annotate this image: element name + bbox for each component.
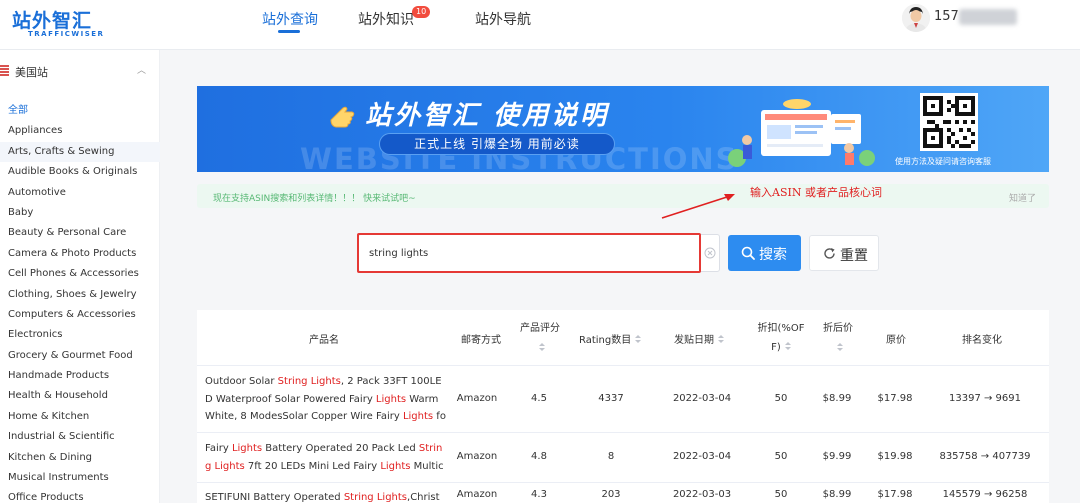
banner-illustration	[728, 99, 875, 167]
banner-pill: 正式上线 引爆全场 用前必读	[379, 133, 615, 155]
sidebar-category-item[interactable]: Arts, Crafts & Sewing	[0, 141, 160, 163]
annotation-text: 输入ASIN 或者产品核心词	[750, 186, 882, 199]
sidebar-category-item[interactable]: Handmade Products	[0, 366, 160, 386]
reset-button-label: 重置	[840, 247, 868, 263]
product-name-cell[interactable]: Outdoor Solar String Lights, 2 Pack 33FT…	[205, 373, 447, 426]
search-button-label: 搜索	[759, 246, 787, 262]
search-input[interactable]	[360, 236, 698, 270]
site-selector[interactable]: 美国站 ︿	[0, 63, 160, 81]
instructions-banner[interactable]: WEBSITE INSTRUCTIONS 站外智汇 使用说明 正式上线 引爆全场…	[197, 86, 1049, 172]
col-header-rating[interactable]: 产品评分	[515, 319, 565, 354]
category-list: 全部 Appliances Arts, Crafts & Sewing Audible…	[0, 101, 160, 503]
col-header-rating-label: 产品评分	[520, 323, 560, 334]
pointing-hand-icon	[330, 106, 355, 128]
chevron-up-icon: ︿	[137, 66, 147, 76]
search-icon	[741, 246, 755, 260]
col-header-discount-label: 折扣(%OF F)	[757, 323, 805, 353]
col-header-rank-change: 排名变化	[962, 335, 1002, 346]
nav-tab-site-query[interactable]: 站外查询	[262, 9, 318, 29]
clear-input-icon[interactable]	[704, 247, 716, 259]
table-row[interactable]: Fairy Lights Battery Operated 20 Pack Le…	[197, 432, 1049, 482]
col-header-post-date[interactable]: 发贴日期	[674, 331, 724, 346]
sidebar-category-item[interactable]: Clothing, Shoes & Jewelry	[0, 285, 160, 305]
logo-text: 站外智汇	[12, 10, 93, 32]
sort-icon	[784, 341, 791, 351]
top-navigation-bar: 站外智汇 TRAFFICWISER 站外查询 站外知识 10 站外导航 157	[0, 0, 1080, 50]
category-sidebar: 美国站 ︿ 全部 Appliances Arts, Crafts & Sewing A…	[0, 50, 160, 503]
sidebar-category-item[interactable]: 全部	[0, 101, 160, 121]
col-header-product-name: 产品名	[309, 335, 339, 346]
col-header-sale-price-label: 折后价	[823, 323, 853, 334]
banner-title: 站外智汇 使用说明	[365, 101, 610, 131]
notice-text: 现在支持ASIN搜索和列表详情！！！ 快来试试吧~	[213, 194, 416, 204]
search-button[interactable]: 搜索	[728, 235, 801, 271]
sort-icon	[539, 342, 545, 352]
sidebar-category-item[interactable]: Baby	[0, 203, 160, 223]
reset-button[interactable]: 重置	[809, 235, 879, 271]
sidebar-category-item[interactable]: Health & Household	[0, 386, 160, 406]
search-box	[358, 234, 720, 272]
table-row[interactable]: SETIFUNI Battery Operated String Lights,…	[197, 482, 1049, 503]
sort-icon	[635, 334, 642, 344]
table-row[interactable]: Outdoor Solar String Lights, 2 Pack 33FT…	[197, 366, 1049, 432]
notice-bar: 现在支持ASIN搜索和列表详情！！！ 快来试试吧~ 知道了	[197, 184, 1049, 208]
notification-badge: 10	[412, 6, 431, 18]
notice-dismiss-link[interactable]: 知道了	[1009, 191, 1036, 204]
sidebar-category-item[interactable]: Musical Instruments	[0, 468, 160, 488]
sidebar-category-item[interactable]: Grocery & Gourmet Food	[0, 346, 160, 366]
sidebar-category-item[interactable]: Beauty & Personal Care	[0, 223, 160, 243]
rank-change-cell: 145579 → 96258	[942, 489, 1028, 500]
us-flag-icon	[0, 65, 9, 76]
col-header-original-price: 原价	[886, 335, 906, 346]
results-table: 产品名 邮寄方式 产品评分 Rating数目 发贴日期 折扣(%OF F) 折后…	[197, 310, 1049, 503]
sidebar-category-item[interactable]: Electronics	[0, 325, 160, 345]
qr-caption: 使用方法及疑问请咨询客服	[895, 157, 991, 166]
phone-mask	[959, 9, 1017, 25]
sidebar-category-item[interactable]: Audible Books & Originals	[0, 162, 160, 182]
logo-subtext: TRAFFICWISER	[28, 30, 105, 38]
rank-change-cell: 13397 → 9691	[949, 393, 1021, 404]
sidebar-category-item[interactable]: Appliances	[0, 121, 160, 141]
sidebar-category-item[interactable]: Computers & Accessories	[0, 305, 160, 325]
annotation-arrow	[661, 194, 735, 219]
nav-tab-knowledge[interactable]: 站外知识	[358, 9, 414, 29]
product-name-cell[interactable]: Fairy Lights Battery Operated 20 Pack Le…	[205, 440, 447, 475]
sidebar-category-item[interactable]: Office Products	[0, 488, 160, 503]
user-avatar[interactable]	[902, 4, 930, 32]
rank-change-cell: 835758 → 407739	[939, 451, 1031, 462]
app-root: 站外智汇 TRAFFICWISER 站外查询 站外知识 10 站外导航 157 …	[0, 0, 1080, 503]
active-tab-indicator	[278, 30, 300, 33]
nav-tab-navigation[interactable]: 站外导航	[475, 9, 531, 29]
user-phone[interactable]: 157	[934, 9, 959, 24]
col-header-rating-count[interactable]: Rating数目	[579, 331, 642, 346]
refresh-icon	[824, 248, 835, 259]
sort-icon	[718, 334, 724, 344]
col-header-post-date-label: 发贴日期	[674, 335, 714, 346]
col-header-discount[interactable]: 折扣(%OF F)	[752, 319, 810, 357]
sidebar-category-item[interactable]: Home & Kitchen	[0, 407, 160, 427]
sidebar-category-item[interactable]: Industrial & Scientific	[0, 427, 160, 447]
qr-code	[920, 93, 978, 151]
product-name-cell[interactable]: SETIFUNI Battery Operated String Lights,…	[205, 489, 447, 503]
col-header-sale-price[interactable]: 折后价	[821, 319, 855, 354]
col-header-shipping: 邮寄方式	[461, 335, 501, 346]
sidebar-category-item[interactable]: Automotive	[0, 183, 160, 203]
logo[interactable]: 站外智汇 TRAFFICWISER	[12, 6, 122, 42]
col-header-rating-count-label: Rating数目	[579, 335, 632, 346]
sidebar-category-item[interactable]: Camera & Photo Products	[0, 244, 160, 264]
sidebar-category-item[interactable]: Cell Phones & Accessories	[0, 264, 160, 284]
sidebar-category-item[interactable]: Kitchen & Dining	[0, 448, 160, 468]
site-label: 美国站	[15, 66, 48, 79]
sort-icon	[837, 342, 843, 352]
